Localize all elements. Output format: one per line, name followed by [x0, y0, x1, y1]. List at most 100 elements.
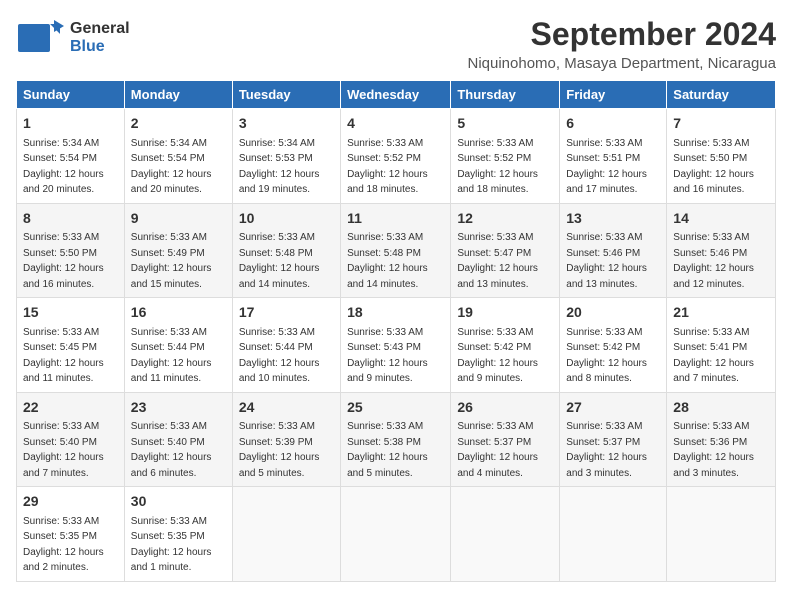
- weekday-header-row: SundayMondayTuesdayWednesdayThursdayFrid…: [17, 81, 776, 109]
- calendar-cell: 22 Sunrise: 5:33 AMSunset: 5:40 PMDayligh…: [17, 392, 125, 487]
- day-info: Sunrise: 5:33 AMSunset: 5:47 PMDaylight:…: [457, 232, 538, 290]
- calendar-cell: [232, 487, 340, 582]
- calendar-cell: 18Sunrise: 5:33 AMSunset: 5:43 PMDayligh…: [341, 298, 451, 393]
- day-number: 17: [239, 303, 334, 323]
- calendar-cell: 14 Sunrise: 5:33 AMSunset: 5:46 PMDayligh…: [667, 203, 776, 298]
- logo-text: General Blue: [70, 20, 130, 55]
- day-info: Sunrise: 5:34 AMSunset: 5:54 PMDaylight:…: [131, 138, 212, 196]
- day-number: 7: [673, 114, 769, 134]
- calendar-cell: 15 Sunrise: 5:33 AMSunset: 5:45 PMDayligh…: [17, 298, 125, 393]
- weekday-header-tuesday: Tuesday: [232, 81, 340, 109]
- day-info: Sunrise: 5:33 AMSunset: 5:52 PMDaylight:…: [347, 138, 428, 196]
- calendar-cell: 29 Sunrise: 5:33 AMSunset: 5:35 PMDayligh…: [17, 487, 125, 582]
- day-info: Sunrise: 5:33 AMSunset: 5:37 PMDaylight:…: [566, 421, 647, 479]
- day-number: 4: [347, 114, 444, 134]
- day-info: Sunrise: 5:33 AMSunset: 5:36 PMDaylight:…: [673, 421, 754, 479]
- calendar-cell: 7 Sunrise: 5:33 AMSunset: 5:50 PMDaylight…: [667, 109, 776, 204]
- day-number: 29: [23, 492, 118, 512]
- day-number: 19: [457, 303, 553, 323]
- day-info: Sunrise: 5:33 AMSunset: 5:42 PMDaylight:…: [457, 327, 538, 385]
- calendar-cell: [667, 487, 776, 582]
- calendar-cell: 16 Sunrise: 5:33 AMSunset: 5:44 PMDayligh…: [124, 298, 232, 393]
- day-number: 8: [23, 209, 118, 229]
- day-number: 5: [457, 114, 553, 134]
- day-number: 26: [457, 398, 553, 418]
- weekday-header-wednesday: Wednesday: [341, 81, 451, 109]
- day-info: Sunrise: 5:33 AMSunset: 5:43 PMDaylight:…: [347, 327, 428, 385]
- day-number: 12: [457, 209, 553, 229]
- calendar-cell: 25Sunrise: 5:33 AMSunset: 5:38 PMDayligh…: [341, 392, 451, 487]
- day-info: Sunrise: 5:33 AMSunset: 5:46 PMDaylight:…: [673, 232, 754, 290]
- calendar-table: SundayMondayTuesdayWednesdayThursdayFrid…: [16, 80, 776, 582]
- day-info: Sunrise: 5:33 AMSunset: 5:50 PMDaylight:…: [673, 138, 754, 196]
- day-info: Sunrise: 5:33 AMSunset: 5:46 PMDaylight:…: [566, 232, 647, 290]
- day-info: Sunrise: 5:33 AMSunset: 5:45 PMDaylight:…: [23, 327, 104, 385]
- calendar-cell: [560, 487, 667, 582]
- calendar-cell: 13 Sunrise: 5:33 AMSunset: 5:46 PMDayligh…: [560, 203, 667, 298]
- calendar-cell: [341, 487, 451, 582]
- calendar-row-3: 15 Sunrise: 5:33 AMSunset: 5:45 PMDayligh…: [17, 298, 776, 393]
- month-title: September 2024: [468, 16, 777, 53]
- calendar-cell: 2 Sunrise: 5:34 AMSunset: 5:54 PMDaylight…: [124, 109, 232, 204]
- day-info: Sunrise: 5:33 AMSunset: 5:40 PMDaylight:…: [23, 421, 104, 479]
- day-number: 20: [566, 303, 660, 323]
- day-info: Sunrise: 5:33 AMSunset: 5:37 PMDaylight:…: [457, 421, 538, 479]
- day-number: 22: [23, 398, 118, 418]
- weekday-header-monday: Monday: [124, 81, 232, 109]
- calendar-cell: 28 Sunrise: 5:33 AMSunset: 5:36 PMDayligh…: [667, 392, 776, 487]
- day-number: 25: [347, 398, 444, 418]
- calendar-cell: 8Sunrise: 5:33 AMSunset: 5:50 PMDaylight…: [17, 203, 125, 298]
- day-number: 1: [23, 114, 118, 134]
- calendar-cell: 5 Sunrise: 5:33 AMSunset: 5:52 PMDaylight…: [451, 109, 560, 204]
- calendar-cell: 17 Sunrise: 5:33 AMSunset: 5:44 PMDayligh…: [232, 298, 340, 393]
- calendar-row-1: 1 Sunrise: 5:34 AMSunset: 5:54 PMDaylight…: [17, 109, 776, 204]
- calendar-row-4: 22 Sunrise: 5:33 AMSunset: 5:40 PMDayligh…: [17, 392, 776, 487]
- day-info: Sunrise: 5:33 AMSunset: 5:51 PMDaylight:…: [566, 138, 647, 196]
- day-number: 24: [239, 398, 334, 418]
- day-info: Sunrise: 5:33 AMSunset: 5:42 PMDaylight:…: [566, 327, 647, 385]
- calendar-cell: 23Sunrise: 5:33 AMSunset: 5:40 PMDayligh…: [124, 392, 232, 487]
- calendar-cell: [451, 487, 560, 582]
- calendar-cell: 12 Sunrise: 5:33 AMSunset: 5:47 PMDayligh…: [451, 203, 560, 298]
- day-info: Sunrise: 5:33 AMSunset: 5:52 PMDaylight:…: [457, 138, 538, 196]
- page-header: General Blue September 2024 Niquinohomo,…: [16, 16, 776, 72]
- calendar-cell: 11Sunrise: 5:33 AMSunset: 5:48 PMDayligh…: [341, 203, 451, 298]
- logo: General Blue: [16, 16, 130, 60]
- day-info: Sunrise: 5:33 AMSunset: 5:35 PMDaylight:…: [23, 516, 104, 574]
- day-info: Sunrise: 5:33 AMSunset: 5:49 PMDaylight:…: [131, 232, 212, 290]
- day-number: 27: [566, 398, 660, 418]
- calendar-cell: 27 Sunrise: 5:33 AMSunset: 5:37 PMDayligh…: [560, 392, 667, 487]
- weekday-header-thursday: Thursday: [451, 81, 560, 109]
- day-number: 3: [239, 114, 334, 134]
- calendar-cell: 1 Sunrise: 5:34 AMSunset: 5:54 PMDaylight…: [17, 109, 125, 204]
- location-title: Niquinohomo, Masaya Department, Nicaragu…: [468, 55, 777, 72]
- day-info: Sunrise: 5:33 AMSunset: 5:39 PMDaylight:…: [239, 421, 320, 479]
- day-number: 30: [131, 492, 226, 512]
- day-number: 9: [131, 209, 226, 229]
- day-info: Sunrise: 5:33 AMSunset: 5:35 PMDaylight:…: [131, 516, 212, 574]
- day-info: Sunrise: 5:33 AMSunset: 5:44 PMDaylight:…: [131, 327, 212, 385]
- day-number: 11: [347, 209, 444, 229]
- calendar-cell: 3Sunrise: 5:34 AMSunset: 5:53 PMDaylight…: [232, 109, 340, 204]
- calendar-cell: 20 Sunrise: 5:33 AMSunset: 5:42 PMDayligh…: [560, 298, 667, 393]
- day-number: 16: [131, 303, 226, 323]
- day-number: 28: [673, 398, 769, 418]
- day-number: 13: [566, 209, 660, 229]
- calendar-row-2: 8Sunrise: 5:33 AMSunset: 5:50 PMDaylight…: [17, 203, 776, 298]
- day-number: 14: [673, 209, 769, 229]
- calendar-cell: 4 Sunrise: 5:33 AMSunset: 5:52 PMDaylight…: [341, 109, 451, 204]
- calendar-cell: 26 Sunrise: 5:33 AMSunset: 5:37 PMDayligh…: [451, 392, 560, 487]
- day-info: Sunrise: 5:33 AMSunset: 5:41 PMDaylight:…: [673, 327, 754, 385]
- day-info: Sunrise: 5:34 AMSunset: 5:54 PMDaylight:…: [23, 138, 104, 196]
- day-number: 2: [131, 114, 226, 134]
- calendar-cell: 9 Sunrise: 5:33 AMSunset: 5:49 PMDaylight…: [124, 203, 232, 298]
- day-info: Sunrise: 5:33 AMSunset: 5:44 PMDaylight:…: [239, 327, 320, 385]
- calendar-cell: 24 Sunrise: 5:33 AMSunset: 5:39 PMDayligh…: [232, 392, 340, 487]
- calendar-cell: 21Sunrise: 5:33 AMSunset: 5:41 PMDayligh…: [667, 298, 776, 393]
- day-info: Sunrise: 5:33 AMSunset: 5:40 PMDaylight:…: [131, 421, 212, 479]
- calendar-cell: 10Sunrise: 5:33 AMSunset: 5:48 PMDayligh…: [232, 203, 340, 298]
- weekday-header-friday: Friday: [560, 81, 667, 109]
- day-number: 15: [23, 303, 118, 323]
- day-number: 6: [566, 114, 660, 134]
- title-area: September 2024 Niquinohomo, Masaya Depar…: [468, 16, 777, 72]
